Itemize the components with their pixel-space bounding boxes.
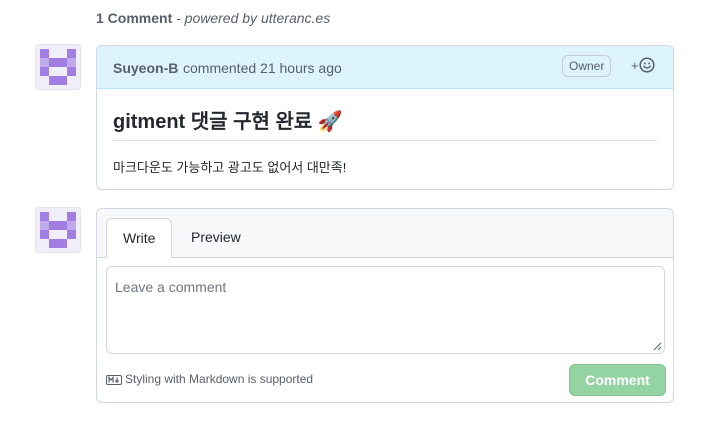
comment-placeholder: Leave a comment [115,279,227,295]
comment-count: 1 Comment [96,10,173,26]
markdown-note-text: Styling with Markdown is supported [125,372,314,386]
comment-submit-button[interactable]: Comment [569,364,666,396]
markdown-icon [106,375,122,385]
comment-body: gitment 댓글 구현 완료 🚀 마크다운도 가능하고 광고도 없어서 대만… [97,89,673,176]
comment-editor: Write Preview Leave a comment Styling wi… [96,208,674,403]
markdown-note[interactable]: Styling with Markdown is supported [106,372,313,386]
smiley-icon [639,57,655,73]
tab-preview[interactable]: Preview [175,218,257,257]
comment-author[interactable]: Suyeon-B [113,60,178,76]
current-user-avatar[interactable] [36,208,80,252]
add-reaction-button[interactable]: + [631,57,655,73]
tab-write[interactable]: Write [106,218,173,258]
reaction-plus: + [631,58,639,73]
comment-card: Suyeon-B commented 21 hours ago Owner + … [96,45,674,190]
editor-tabs: Write Preview [97,209,673,258]
comment-textarea[interactable]: Leave a comment [106,266,665,354]
resize-handle-icon[interactable] [653,342,662,351]
avatar[interactable] [36,45,80,89]
comment-header: Suyeon-B commented 21 hours ago Owner + [97,46,673,89]
avatar-identicon [36,208,80,252]
powered-by: - powered by utteranc.es [176,10,331,26]
avatar-identicon [36,45,80,89]
comment-timestamp[interactable]: commented 21 hours ago [183,60,342,76]
comment-title: gitment 댓글 구현 완료 🚀 [113,105,657,141]
owner-badge: Owner [562,55,612,77]
comments-header: 1 Comment - powered by utteranc.es [96,10,330,26]
comment-text: 마크다운도 가능하고 광고도 없어서 대만족! [113,160,347,175]
